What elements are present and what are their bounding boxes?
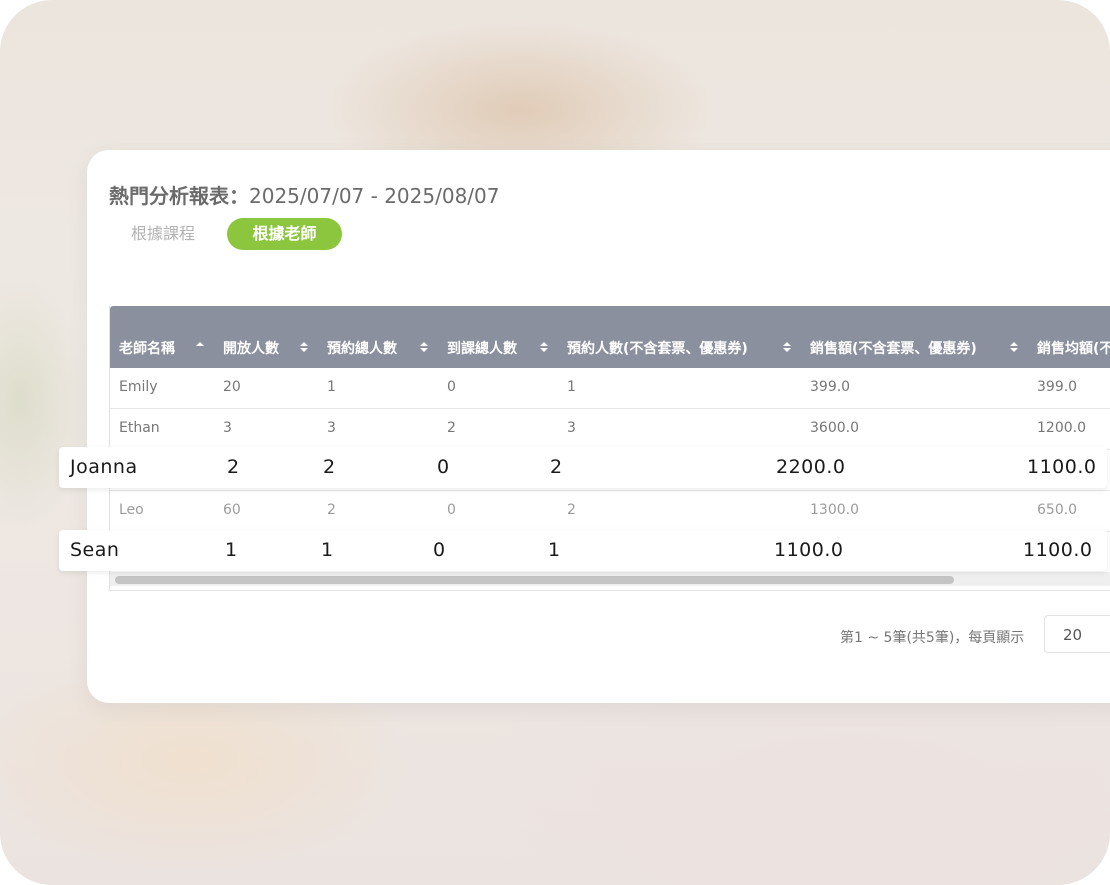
cell-booked: 1: [327, 379, 336, 395]
column-header-booked-excl[interactable]: 預約人數(不含套票、優惠券): [567, 338, 748, 358]
page-title: 熱門分析報表：2025/07/07 - 2025/08/07: [109, 180, 499, 209]
report-title-label: 熱門分析報表：: [109, 184, 249, 208]
cell-open: 3: [223, 420, 232, 436]
cell-name: Joanna: [70, 456, 138, 478]
cell-booked-excl: 1: [548, 539, 561, 561]
cell-sales: 399.0: [810, 379, 851, 395]
cell-booked: 1: [321, 539, 334, 561]
cell-booked: 2: [327, 502, 336, 518]
sort-icon[interactable]: [299, 340, 309, 354]
table-header: 老師名稱 開放人數 預約總人數 到課總人數 預約人數(不含套票、優惠券) 銷售額…: [110, 306, 1110, 368]
cell-sales-avg: 1100.0: [1023, 539, 1093, 561]
cell-name: Ethan: [119, 420, 160, 436]
cell-sales-avg: 1200.0: [1037, 420, 1086, 436]
horizontal-scrollbar[interactable]: [110, 572, 1110, 586]
cell-sales-avg: 399.0: [1037, 379, 1078, 395]
cell-attended: 0: [433, 539, 446, 561]
cell-open: 60: [223, 502, 241, 518]
column-header-sales-excl[interactable]: 銷售額(不含套票、優惠券): [810, 338, 977, 358]
tab-by-teacher[interactable]: 根據老師: [227, 218, 342, 250]
highlighted-row-sean: Sean 1 1 0 1 1100.0 1100.0: [59, 530, 1107, 571]
page-size-select[interactable]: 20: [1044, 615, 1110, 653]
sort-icon[interactable]: [782, 340, 792, 354]
report-date-range: 2025/07/07 - 2025/08/07: [249, 184, 500, 208]
tab-by-course[interactable]: 根據課程: [131, 218, 195, 250]
cell-sales: 2200.0: [776, 456, 846, 478]
cell-booked-excl: 2: [550, 456, 563, 478]
cell-name: Leo: [119, 502, 144, 518]
cell-attended: 0: [437, 456, 450, 478]
column-header-open-count[interactable]: 開放人數: [223, 338, 279, 358]
table-row: Emily 20 1 0 1 399.0 399.0: [110, 368, 1110, 409]
column-header-total-booked[interactable]: 預約總人數: [327, 338, 397, 358]
cell-sales-avg: 1100.0: [1027, 456, 1097, 478]
column-header-teacher-name[interactable]: 老師名稱: [119, 338, 175, 358]
sort-icon[interactable]: [419, 340, 429, 354]
cell-sales: 1300.0: [810, 502, 859, 518]
table-row: Leo 60 2 0 2 1300.0 650.0: [110, 491, 1110, 532]
cell-open: 2: [227, 456, 240, 478]
table-row: Ethan 3 3 2 3 3600.0 1200.0: [110, 409, 1110, 450]
cell-sales: 3600.0: [810, 420, 859, 436]
cell-name: Sean: [70, 539, 120, 561]
column-header-sales-avg[interactable]: 銷售均額(不: [1037, 338, 1110, 358]
page-size-value: 20: [1063, 626, 1083, 644]
sort-asc-icon[interactable]: [195, 340, 205, 354]
cell-attended: 0: [447, 379, 456, 395]
cell-open: 20: [223, 379, 241, 395]
cell-sales: 1100.0: [774, 539, 844, 561]
cell-name: Emily: [119, 379, 158, 395]
cell-open: 1: [225, 539, 238, 561]
cell-booked: 3: [327, 420, 336, 436]
cell-booked-excl: 1: [567, 379, 576, 395]
cell-attended: 0: [447, 502, 456, 518]
sort-icon[interactable]: [539, 340, 549, 354]
cell-booked-excl: 2: [567, 502, 576, 518]
cell-booked: 2: [323, 456, 336, 478]
column-header-total-attended[interactable]: 到課總人數: [447, 338, 517, 358]
cell-booked-excl: 3: [567, 420, 576, 436]
sort-icon[interactable]: [1009, 340, 1019, 354]
cell-attended: 2: [447, 420, 456, 436]
highlighted-row-joanna: Joanna 2 2 0 2 2200.0 1100.0: [59, 447, 1107, 488]
scrollbar-thumb[interactable]: [115, 576, 954, 584]
pagination-summary: 第1 ~ 5筆(共5筆)，每頁顯示: [840, 630, 1025, 646]
cell-sales-avg: 650.0: [1037, 502, 1078, 518]
